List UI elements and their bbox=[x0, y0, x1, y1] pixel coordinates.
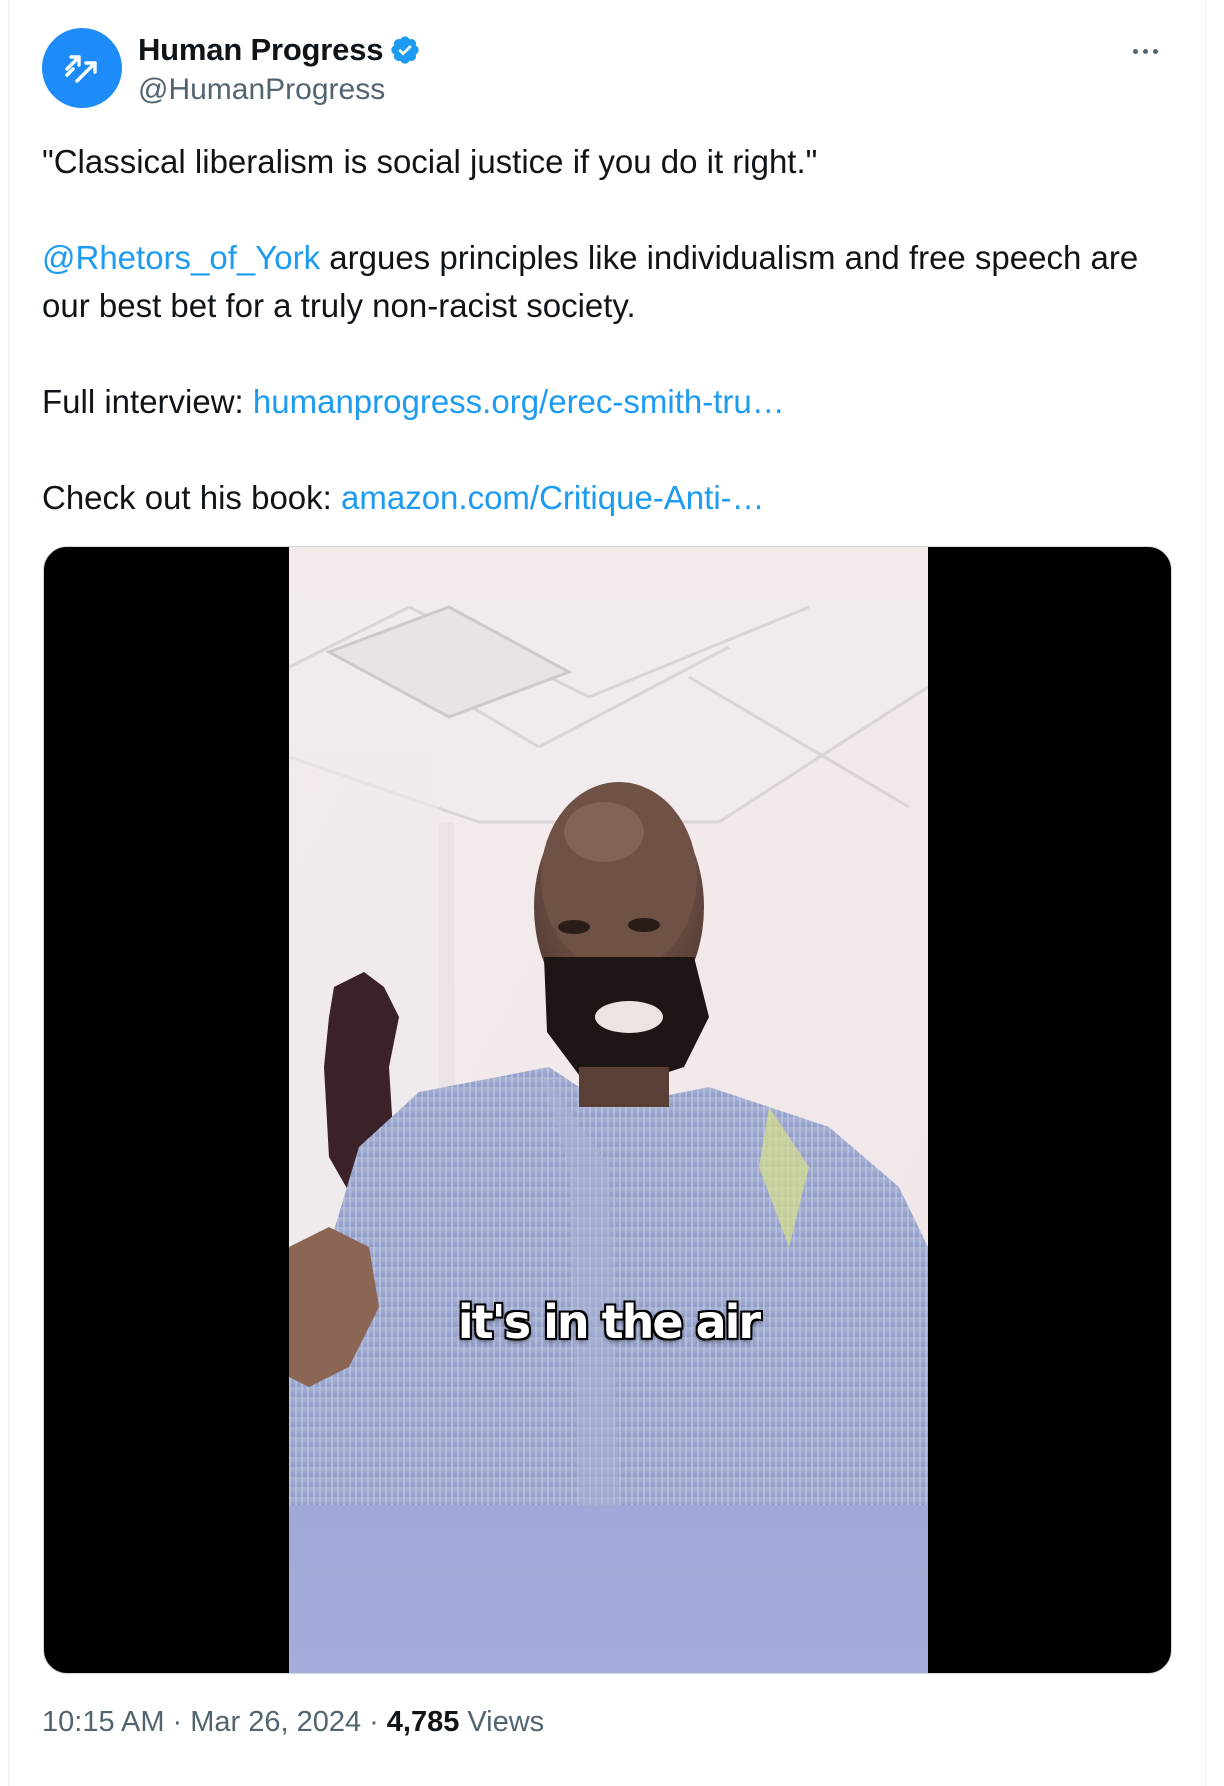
author-name-row: Human Progress bbox=[138, 32, 421, 68]
book-line: Check out his book: amazon.com/Critique-… bbox=[42, 474, 1162, 522]
views-count: 4,785 bbox=[386, 1706, 460, 1738]
interview-line: Full interview: humanprogress.org/erec-s… bbox=[42, 378, 1162, 426]
tweet-text: "Classical liberalism is social justice … bbox=[42, 138, 1162, 522]
tweet-body: @Rhetors_of_York argues principles like … bbox=[42, 234, 1162, 330]
book-link[interactable]: amazon.com/Critique-Anti-… bbox=[341, 479, 765, 516]
tweet-time[interactable]: 10:15 AM bbox=[42, 1706, 165, 1739]
avatar[interactable] bbox=[42, 28, 122, 108]
verified-badge-icon bbox=[391, 36, 419, 64]
video-frame[interactable]: it's in the air bbox=[289, 547, 928, 1673]
interview-link[interactable]: humanprogress.org/erec-smith-tru… bbox=[253, 383, 785, 420]
meta-separator: · bbox=[172, 1706, 183, 1738]
tweet-card: Human Progress @HumanProgress "Classical… bbox=[8, 0, 1206, 1786]
author-display-name[interactable]: Human Progress bbox=[138, 32, 383, 68]
more-options-icon[interactable] bbox=[1125, 36, 1165, 66]
trending-arrows-icon bbox=[65, 55, 97, 83]
video-caption: it's in the air bbox=[457, 1295, 761, 1349]
mention-link[interactable]: @Rhetors_of_York bbox=[42, 239, 320, 276]
tweet-meta: 10:15 AM · Mar 26, 2024 · 4,785 Views bbox=[42, 1706, 544, 1739]
video-player[interactable]: it's in the air bbox=[43, 546, 1172, 1674]
author-handle[interactable]: @HumanProgress bbox=[138, 73, 385, 107]
meta-separator-2: · bbox=[369, 1706, 379, 1738]
views-label: Views bbox=[467, 1706, 545, 1738]
tweet-quote: "Classical liberalism is social justice … bbox=[42, 143, 818, 180]
tweet-date[interactable]: Mar 26, 2024 bbox=[190, 1706, 361, 1739]
book-label: Check out his book: bbox=[42, 479, 341, 516]
video-still-image bbox=[289, 547, 928, 1673]
interview-label: Full interview: bbox=[42, 383, 253, 420]
tweet-header: Human Progress @HumanProgress bbox=[42, 28, 1175, 108]
